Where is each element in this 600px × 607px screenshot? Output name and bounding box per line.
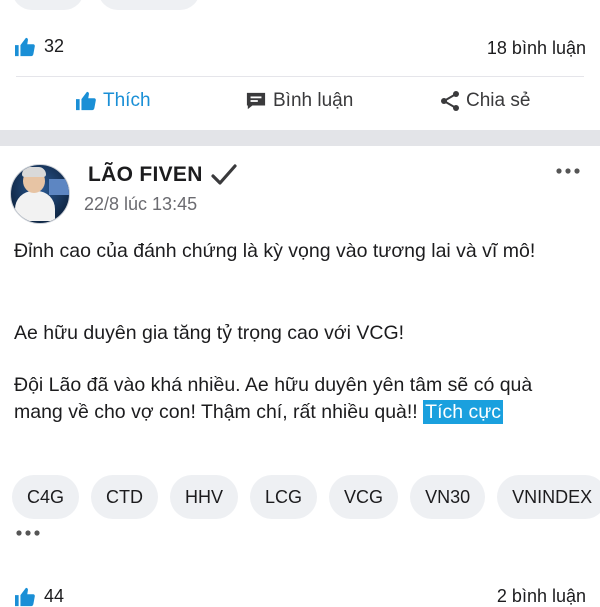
post-paragraph: Đội Lão đã vào khá nhiều. Ae hữu duyên y…	[14, 372, 584, 426]
stock-tag[interactable]: HHV	[170, 475, 239, 519]
stock-tag[interactable]: VNINDEX	[497, 475, 600, 519]
more-horizontal-icon	[16, 530, 40, 536]
verified-check-icon	[211, 164, 237, 186]
post-paragraph: Đỉnh cao của đánh chứng là kỳ vọng vào t…	[14, 240, 536, 262]
author-name[interactable]: LÃO FIVEN	[88, 163, 237, 187]
author-name-label: LÃO FIVEN	[88, 163, 203, 186]
share-icon	[440, 90, 460, 112]
more-horizontal-icon	[556, 168, 580, 174]
post-paragraph: Ae hữu duyên gia tăng tỷ trọng cao với V…	[14, 322, 405, 344]
divider	[16, 76, 584, 77]
like-count-value: 32	[44, 36, 65, 56]
share-button-label: Chia sẻ	[466, 90, 531, 111]
comment-count[interactable]: 2 bình luận	[497, 586, 586, 607]
hashtag-link[interactable]: Tích cực	[423, 400, 504, 424]
stock-tag[interactable]: CTD	[91, 475, 159, 519]
thumbs-up-icon	[14, 587, 36, 607]
action-bar: Thích Bình luận Chia sẻ	[0, 84, 600, 124]
share-button[interactable]: Chia sẻ	[440, 90, 530, 112]
comment-bubble-icon	[245, 91, 267, 111]
like-button[interactable]: Thích	[75, 90, 151, 112]
post-separator	[0, 130, 600, 146]
stock-tag-list: C4G CTD HHV LCG VCG VN30 VNINDEX	[12, 475, 600, 519]
stock-tag[interactable]: VN30	[410, 475, 486, 519]
comment-button-label: Bình luận	[273, 90, 354, 111]
post-stats: 32 18 bình luận	[0, 30, 600, 66]
more-options-button[interactable]	[556, 168, 580, 174]
stock-tag[interactable]: VCG	[329, 475, 399, 519]
thumbs-up-icon	[14, 37, 36, 57]
tag-chip-partial[interactable]	[98, 0, 200, 10]
post-timestamp: 22/8 lúc 13:45	[84, 194, 198, 214]
like-button-label: Thích	[103, 90, 151, 111]
like-count[interactable]: 44	[14, 586, 64, 607]
avatar[interactable]	[10, 164, 70, 224]
tag-chip-partial[interactable]	[12, 0, 84, 10]
like-count-value: 44	[44, 586, 65, 606]
thumbs-up-icon	[75, 91, 97, 111]
stock-tag[interactable]: C4G	[12, 475, 80, 519]
stock-tag[interactable]: LCG	[250, 475, 318, 519]
like-count[interactable]: 32	[14, 36, 64, 57]
more-tags-button[interactable]	[16, 530, 40, 536]
comment-button[interactable]: Bình luận	[245, 90, 353, 112]
comment-count[interactable]: 18 bình luận	[487, 38, 586, 59]
